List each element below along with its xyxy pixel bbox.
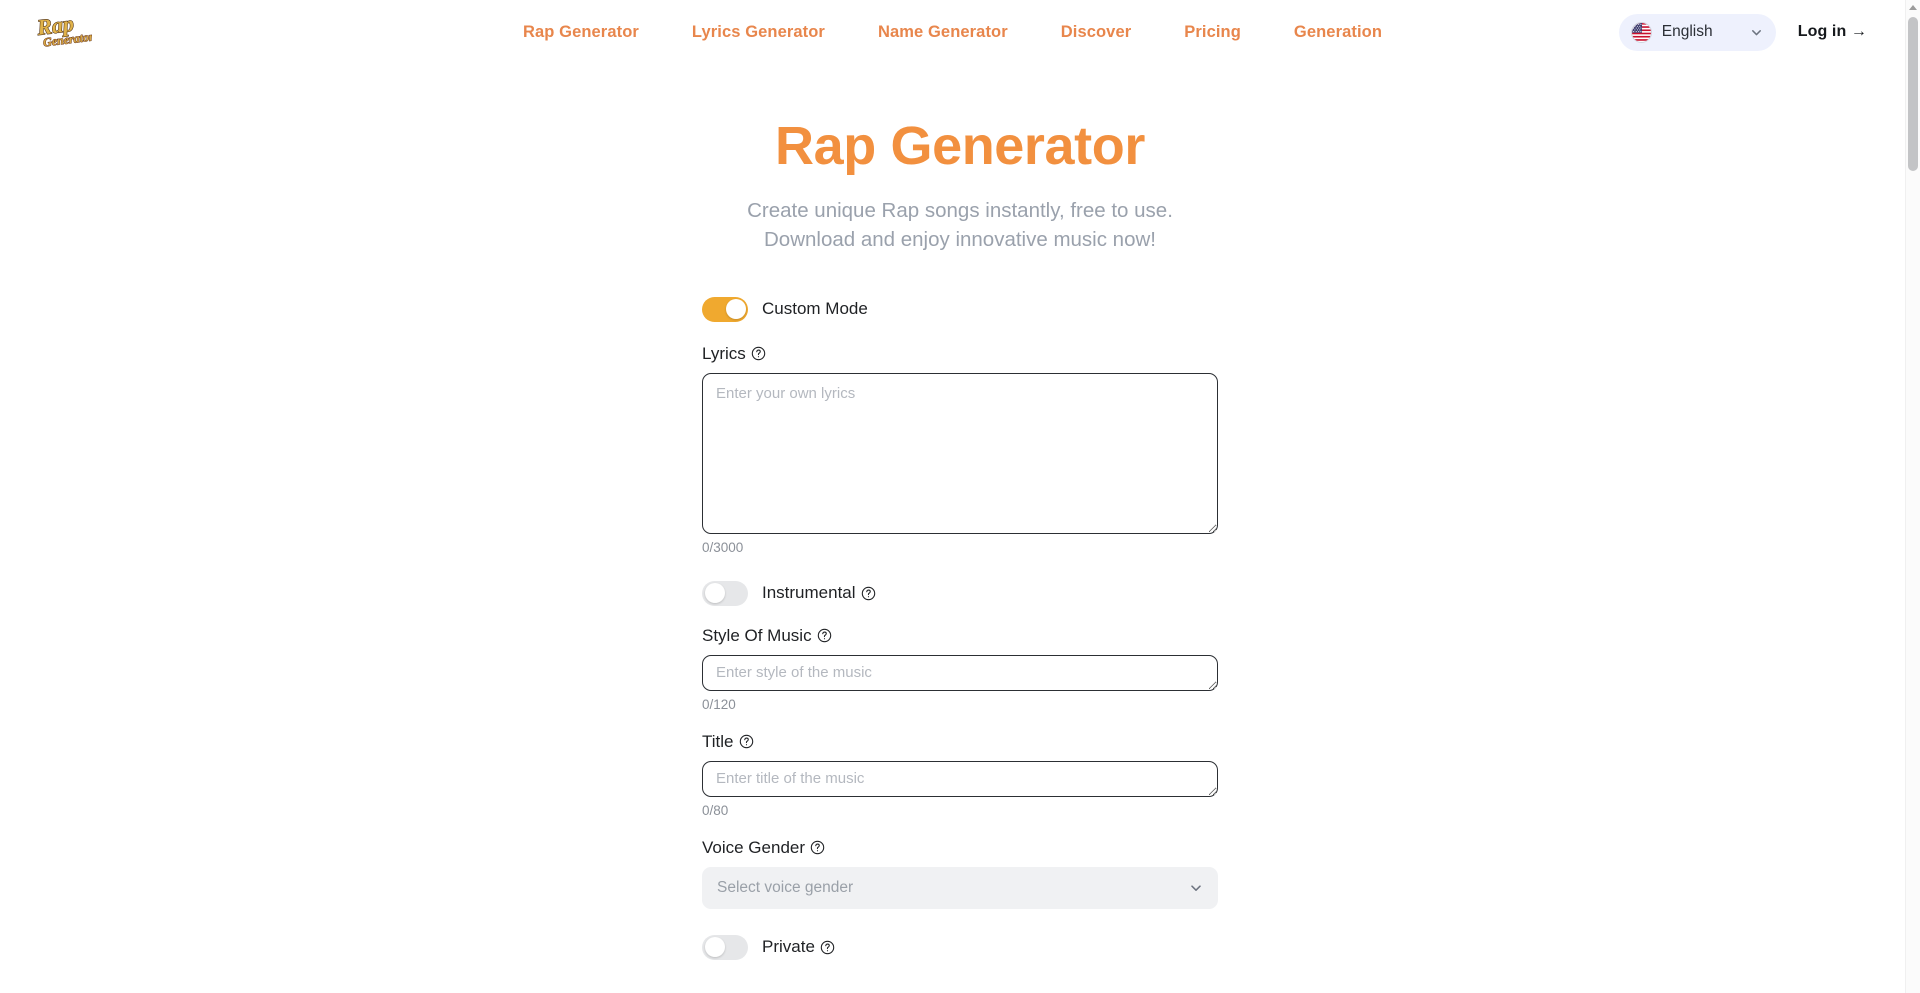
toggle-knob (704, 583, 725, 604)
lyrics-input[interactable] (702, 372, 1218, 534)
nav-item-lyrics-generator[interactable]: Lyrics Generator (692, 23, 825, 42)
instrumental-label: Instrumental (762, 583, 876, 603)
private-row: Private (702, 934, 1218, 960)
site-logo[interactable]: Rap Generator (33, 8, 93, 56)
lyrics-field: Lyrics 0/3000 (702, 344, 1218, 555)
hero-section: Rap Generator Create unique Rap songs in… (0, 64, 1920, 255)
chevron-down-icon (1750, 26, 1763, 39)
help-circle-icon[interactable] (751, 346, 766, 361)
page-title: Rap Generator (775, 116, 1145, 176)
subtitle-line-1: Create unique Rap songs instantly, free … (747, 199, 1173, 223)
nav-item-name-generator[interactable]: Name Generator (878, 23, 1008, 42)
title-field: Title 0/80 (702, 732, 1218, 818)
custom-mode-label: Custom Mode (762, 299, 868, 319)
help-circle-icon[interactable] (739, 734, 754, 749)
style-of-music-field: Style Of Music 0/120 (702, 626, 1218, 712)
toggle-knob (704, 937, 725, 958)
chevron-down-icon (1189, 881, 1203, 895)
title-counter: 0/80 (702, 802, 729, 818)
page-subtitle: Create unique Rap songs instantly, free … (0, 196, 1920, 254)
help-circle-icon[interactable] (820, 940, 835, 955)
subtitle-line-2: Download and enjoy innovative music now! (763, 228, 1156, 252)
style-of-music-counter: 0/120 (702, 696, 736, 712)
help-circle-icon[interactable] (817, 628, 832, 643)
style-of-music-label: Style Of Music (702, 626, 1218, 646)
instrumental-toggle[interactable] (702, 580, 748, 606)
language-selector[interactable]: English (1618, 13, 1776, 51)
voice-gender-field: Voice Gender Select voice gender (702, 838, 1218, 909)
nav-item-discover[interactable]: Discover (1061, 23, 1132, 42)
page-scrollbar[interactable] (1905, 0, 1920, 993)
lyrics-counter: 0/3000 (702, 539, 744, 555)
nav-item-generation[interactable]: Generation (1294, 23, 1382, 42)
toggle-knob (725, 299, 746, 320)
login-button[interactable]: Log in → (1782, 15, 1883, 49)
us-flag-icon (1630, 21, 1652, 43)
custom-mode-toggle[interactable] (702, 296, 748, 322)
voice-gender-label: Voice Gender (702, 838, 1218, 858)
title-input[interactable] (702, 760, 1218, 797)
scrollbar-thumb[interactable] (1908, 17, 1918, 171)
private-label: Private (762, 937, 835, 957)
custom-mode-row: Custom Mode (702, 296, 1218, 322)
header-actions: English Log in → (1618, 0, 1883, 64)
nav-item-rap-generator[interactable]: Rap Generator (523, 23, 639, 42)
instrumental-row: Instrumental (702, 580, 1218, 606)
rap-generator-logo-icon: Rap Generator (34, 10, 92, 50)
title-label: Title (702, 732, 1218, 752)
language-label: English (1661, 23, 1713, 40)
page-root: Rap Generator Rap Generator Lyrics Gener… (0, 0, 1920, 993)
style-of-music-input[interactable] (702, 654, 1218, 691)
scroll-up-arrow-icon[interactable] (1906, 0, 1920, 15)
private-toggle[interactable] (702, 934, 748, 960)
generator-form: Custom Mode Lyrics 0/3000 (702, 255, 1218, 960)
voice-gender-select[interactable]: Select voice gender (702, 866, 1218, 909)
help-circle-icon[interactable] (810, 840, 825, 855)
lyrics-label: Lyrics (702, 344, 1218, 364)
help-circle-icon[interactable] (861, 586, 876, 601)
site-header: Rap Generator Rap Generator Lyrics Gener… (0, 0, 1905, 64)
nav-item-pricing[interactable]: Pricing (1184, 23, 1241, 42)
voice-gender-selected-value: Select voice gender (717, 878, 854, 896)
